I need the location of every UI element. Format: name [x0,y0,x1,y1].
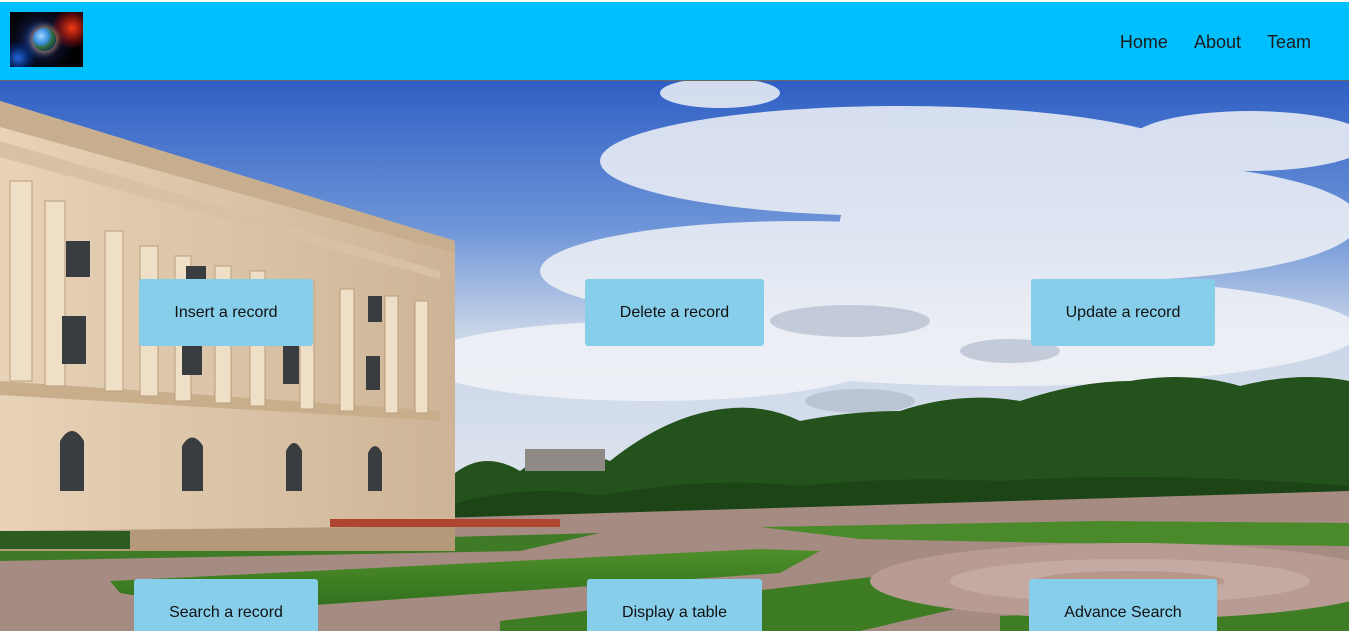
search-record-button[interactable]: Search a record [134,579,318,631]
logo-blue-flare [10,41,36,67]
delete-record-button[interactable]: Delete a record [585,279,764,346]
display-table-button[interactable]: Display a table [587,579,762,631]
update-record-button[interactable]: Update a record [1031,279,1215,346]
nav-links: Home About Team [1120,31,1311,53]
nav-team-link[interactable]: Team [1267,31,1311,53]
campus-scene-illustration [0,81,1349,631]
nav-home-link[interactable]: Home [1120,31,1168,53]
top-navbar: Home About Team [0,2,1349,81]
insert-record-button[interactable]: Insert a record [139,279,313,346]
logo-red-flare [53,12,83,50]
advance-search-button[interactable]: Advance Search [1029,579,1217,631]
nav-about-link[interactable]: About [1194,31,1241,53]
earth-icon [33,28,56,51]
logo-icon[interactable] [10,12,83,67]
hero-background-photo: Insert a record Delete a record Update a… [0,81,1349,631]
